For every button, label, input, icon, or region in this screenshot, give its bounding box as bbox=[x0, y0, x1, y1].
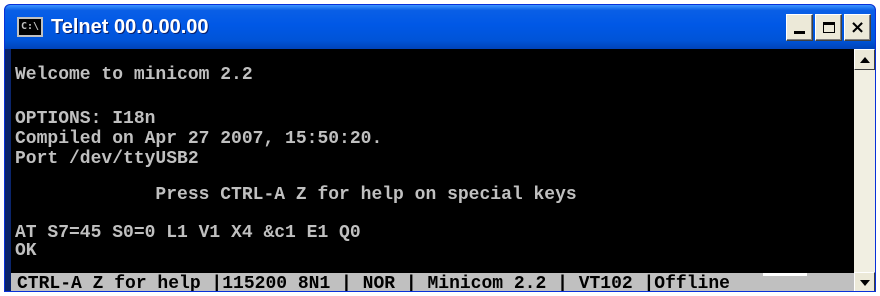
console-icon[interactable]: C:\ bbox=[17, 17, 43, 37]
window-controls: × bbox=[786, 14, 871, 41]
terminal-line: Welcome to minicom 2.2 bbox=[15, 65, 253, 85]
terminal-line: OK bbox=[15, 241, 37, 261]
terminal-line: OPTIONS: I18n bbox=[15, 109, 156, 129]
minimize-icon bbox=[794, 31, 805, 34]
vertical-scrollbar[interactable] bbox=[854, 49, 875, 291]
close-button[interactable]: × bbox=[844, 14, 871, 41]
terminal-help-line: Press CTRL-A Z for help on special keys bbox=[15, 185, 577, 205]
maximize-button[interactable] bbox=[815, 14, 842, 41]
scroll-up-button[interactable] bbox=[854, 49, 875, 70]
scroll-down-button[interactable] bbox=[854, 272, 875, 291]
arrow-up-icon bbox=[859, 56, 870, 63]
close-icon: × bbox=[849, 16, 866, 38]
status-text: CTRL-A Z for help |115200 8N1 | NOR | Mi… bbox=[17, 274, 730, 292]
window-title: Telnet 00.0.00.00 bbox=[51, 15, 209, 38]
terminal-screen[interactable]: Welcome to minicom 2.2 OPTIONS: I18n Com… bbox=[11, 49, 854, 273]
arrow-down-icon bbox=[859, 279, 870, 286]
minicom-status-bar: CTRL-A Z for help |115200 8N1 | NOR | Mi… bbox=[11, 273, 854, 292]
maximize-icon bbox=[822, 22, 835, 33]
text-cursor bbox=[763, 273, 807, 276]
minimize-button[interactable] bbox=[786, 14, 813, 41]
terminal-line: AT S7=45 S0=0 L1 V1 X4 &c1 E1 Q0 bbox=[15, 223, 361, 243]
telnet-window: C:\ Telnet 00.0.00.00 × Welcome to minic… bbox=[4, 4, 876, 292]
terminal-line: Compiled on Apr 27 2007, 15:50:20. bbox=[15, 129, 383, 149]
terminal-line: Port /dev/ttyUSB2 bbox=[15, 149, 199, 169]
title-bar[interactable]: C:\ Telnet 00.0.00.00 × bbox=[5, 5, 875, 49]
